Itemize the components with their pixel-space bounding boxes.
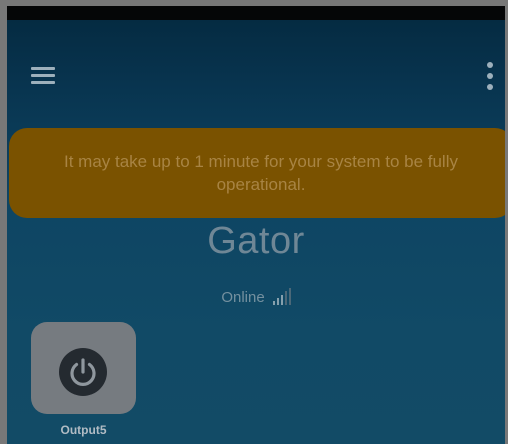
status-bar [7, 6, 505, 20]
signal-strength-icon [272, 287, 291, 305]
banner-message: It may take up to 1 minute for your syst… [63, 152, 458, 194]
output-label: Output5 [60, 423, 107, 437]
power-icon [70, 358, 96, 386]
startup-notice-banner: It may take up to 1 minute for your syst… [9, 128, 505, 218]
connection-status: Online [7, 287, 505, 306]
status-text: Online [221, 289, 265, 306]
more-vert-icon[interactable] [483, 60, 497, 96]
app-screen: It may take up to 1 minute for your syst… [7, 6, 505, 444]
power-button[interactable] [59, 348, 107, 396]
system-name: Gator [207, 220, 305, 262]
hamburger-menu-icon[interactable] [29, 64, 57, 88]
device-frame: It may take up to 1 minute for your syst… [0, 0, 508, 444]
output-tile[interactable] [31, 322, 136, 414]
